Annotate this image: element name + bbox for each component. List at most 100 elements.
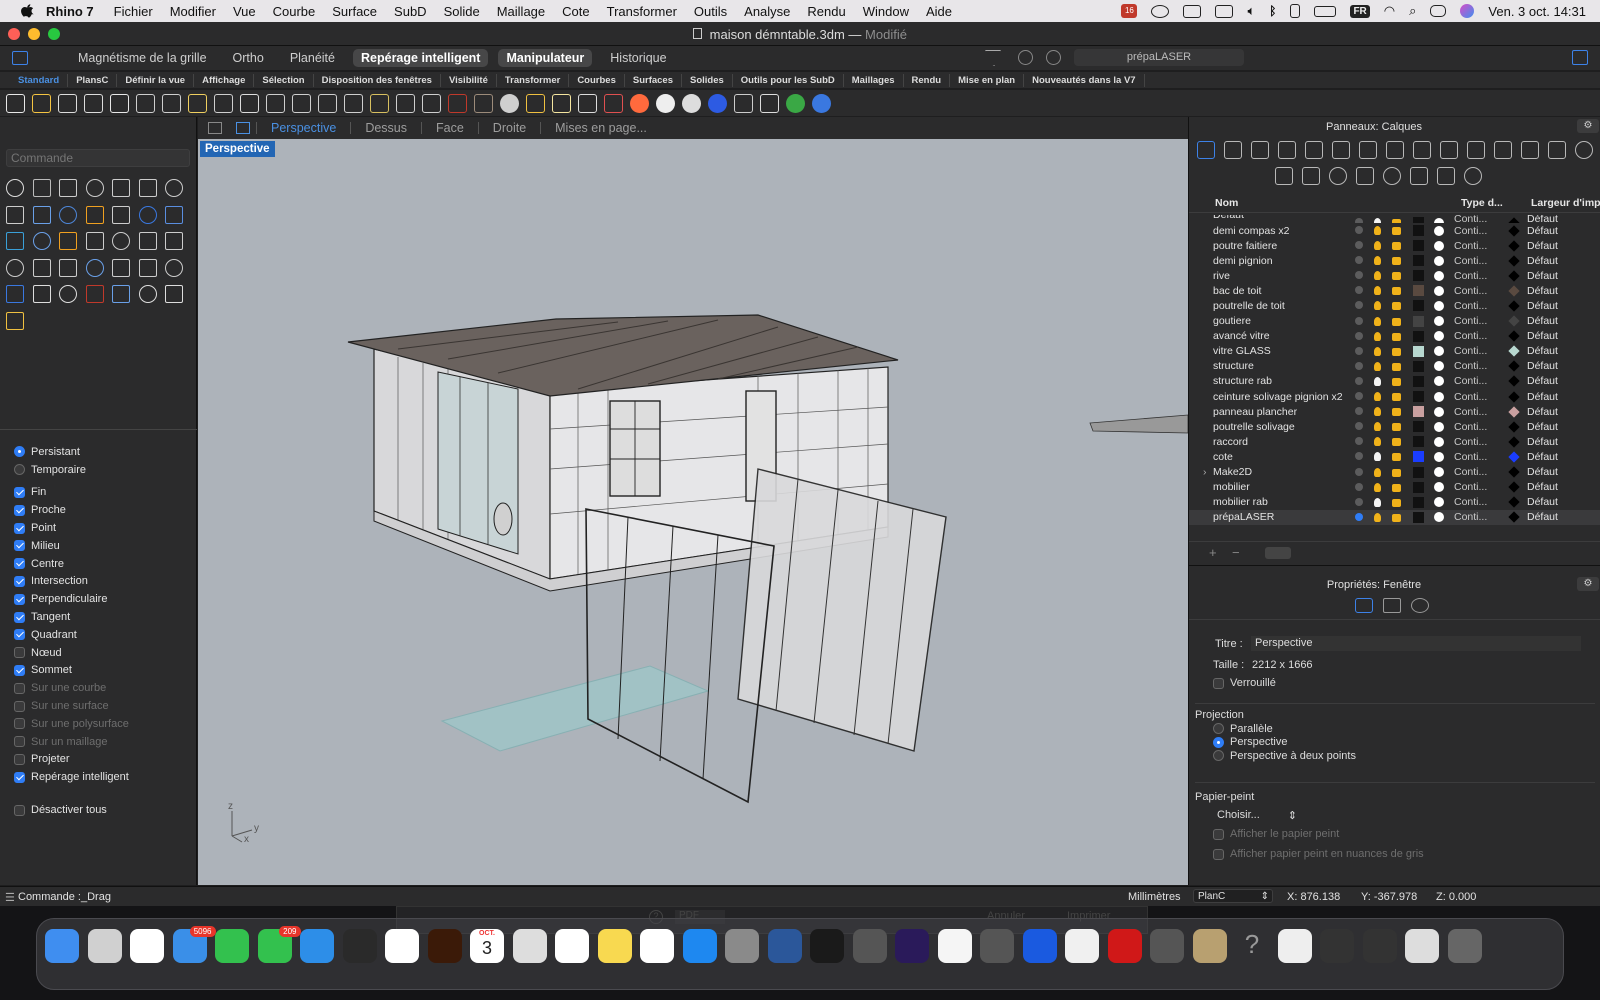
snap-checkbox[interactable] [14,540,25,552]
explode-icon[interactable] [59,232,77,250]
current-layer-dot[interactable] [1355,316,1363,325]
wallpaper-select[interactable]: Choisir... ⇕ [1217,809,1307,822]
wifi-icon[interactable]: ◠ [1384,3,1395,19]
quicktime-dock-icon[interactable] [810,929,844,963]
list-icon[interactable]: ☰ [5,891,15,904]
menu-cote[interactable]: Cote [562,4,589,19]
material-icon[interactable] [1434,376,1444,387]
layer-row[interactable]: › Make2D Conti... Défaut [1189,465,1600,480]
current-layer-dot[interactable] [1355,497,1363,506]
snap-option[interactable]: Sur une courbe [14,679,194,697]
current-layer-dot[interactable] [1355,241,1363,250]
ortho-button[interactable]: Ortho [225,49,272,67]
tab-transformer[interactable]: Transformer [497,73,570,87]
material-icon[interactable] [1434,391,1444,402]
material-icon[interactable] [1434,482,1444,493]
current-layer-dot[interactable] [1355,331,1363,340]
curve-icon[interactable] [85,179,104,197]
layer-name[interactable]: mobilier [1213,481,1250,493]
snap-checkbox[interactable] [14,753,25,765]
gumball-icon[interactable] [526,93,545,113]
lock-icon[interactable] [578,93,597,113]
current-layer-dot[interactable] [1355,467,1363,476]
rotate-view-icon[interactable] [396,93,415,113]
snap-option[interactable]: Tangent [14,608,194,626]
layer-color-swatch[interactable] [1413,255,1424,267]
material-icon[interactable] [1434,467,1444,477]
layer-print-width[interactable]: Défaut [1527,360,1558,372]
layer-color-swatch[interactable] [1413,360,1424,372]
layer-print-width[interactable]: Défaut [1527,315,1558,327]
viewport-icon[interactable] [1275,167,1293,185]
rendering-icon[interactable] [1521,141,1539,159]
zoom-selected-icon[interactable] [370,93,389,113]
remove-layer-icon[interactable]: − [1232,545,1240,560]
current-layer-dot[interactable] [1355,226,1363,234]
visibility-bulb-icon[interactable] [1374,467,1381,477]
chrome-dock-icon[interactable] [130,929,164,963]
layer-color-swatch[interactable] [1413,270,1424,282]
current-layer-dot[interactable] [1355,452,1363,461]
lock-icon[interactable] [1392,287,1401,296]
radio-perspective[interactable] [1213,736,1224,748]
snap-option[interactable]: Sommet [14,662,194,680]
layer-color-swatch[interactable] [1413,421,1424,433]
expand-chevron-icon[interactable]: › [1203,466,1207,478]
snap-checkbox[interactable] [14,522,25,534]
planar-button[interactable]: Planéité [282,49,343,67]
viewport-props-camera-icon[interactable] [1355,598,1373,613]
rendered-icon[interactable] [734,93,753,113]
layer-name[interactable]: mobilier rab [1213,496,1268,508]
layer-linetype[interactable]: Conti... [1454,451,1487,463]
layer-row[interactable]: demi compas x2 Conti... Défaut [1189,223,1600,238]
text-icon[interactable] [85,258,104,277]
layer-linetype[interactable]: Conti... [1454,215,1487,223]
layer-color-swatch[interactable] [1413,285,1424,297]
visibility-bulb-icon[interactable] [1374,512,1381,522]
print-color-icon[interactable] [1508,421,1520,433]
viewport-tab-perspective[interactable]: Perspective [256,122,352,134]
layer-row[interactable]: panneau plancher Conti... Défaut [1189,404,1600,419]
titre-field[interactable]: Perspective [1251,636,1581,651]
layer-print-width[interactable]: Défaut [1527,466,1558,478]
filter-icon[interactable] [985,50,1001,66]
layer-name[interactable]: demi pignion [1213,255,1273,267]
cloud-app-dock-icon[interactable] [1022,929,1057,963]
current-layer-field[interactable]: prépaLASER [1074,49,1244,66]
print-color-icon[interactable] [1508,375,1520,388]
layer-row[interactable]: mobilier Conti... Défaut [1189,480,1600,495]
siri-icon[interactable] [1460,4,1475,18]
clock[interactable]: Ven. 3 oct. 14:31 [1488,4,1586,19]
lock-icon[interactable] [1392,257,1401,266]
plane-surface-icon[interactable] [32,232,51,250]
snap-checkbox[interactable] [14,611,25,623]
snap-option[interactable]: Quadrant [14,626,194,644]
screen-mirroring-icon[interactable] [1215,4,1234,18]
current-layer-dot[interactable] [1355,437,1363,446]
safari-dock-icon[interactable] [300,929,334,963]
cylinder-icon[interactable] [6,232,24,250]
print-color-icon[interactable] [1508,255,1520,267]
snap-checkbox[interactable] [14,771,25,783]
print-color-icon[interactable] [1508,285,1520,297]
current-layer-dot[interactable] [1355,346,1363,355]
files-icon[interactable] [1386,141,1404,159]
tab-outils-subd[interactable]: Outils pour les SubD [733,73,844,87]
layer-print-width[interactable]: Défaut [1527,255,1558,267]
print-color-icon[interactable] [1508,300,1520,312]
layer-print-width[interactable]: Défaut [1527,375,1558,387]
snap-option[interactable]: Perpendiculaire [14,590,194,608]
osnap-toggle-icon[interactable] [1018,50,1033,65]
display-icon[interactable] [1305,141,1323,159]
layer-linetype[interactable]: Conti... [1454,285,1487,297]
layer-linetype[interactable]: Conti... [1454,511,1487,523]
snap-option[interactable]: Sur une surface [14,697,194,715]
tab-solides[interactable]: Solides [682,73,733,87]
thumbnail-4-dock-icon[interactable] [1405,929,1439,963]
print-color-icon[interactable] [1508,496,1520,508]
photos-dock-icon[interactable] [385,929,419,963]
lock-icon[interactable] [1392,227,1401,235]
lock-icon[interactable] [1392,453,1401,462]
new-file-icon[interactable] [6,93,25,113]
checkbox-locked[interactable] [1213,677,1224,689]
